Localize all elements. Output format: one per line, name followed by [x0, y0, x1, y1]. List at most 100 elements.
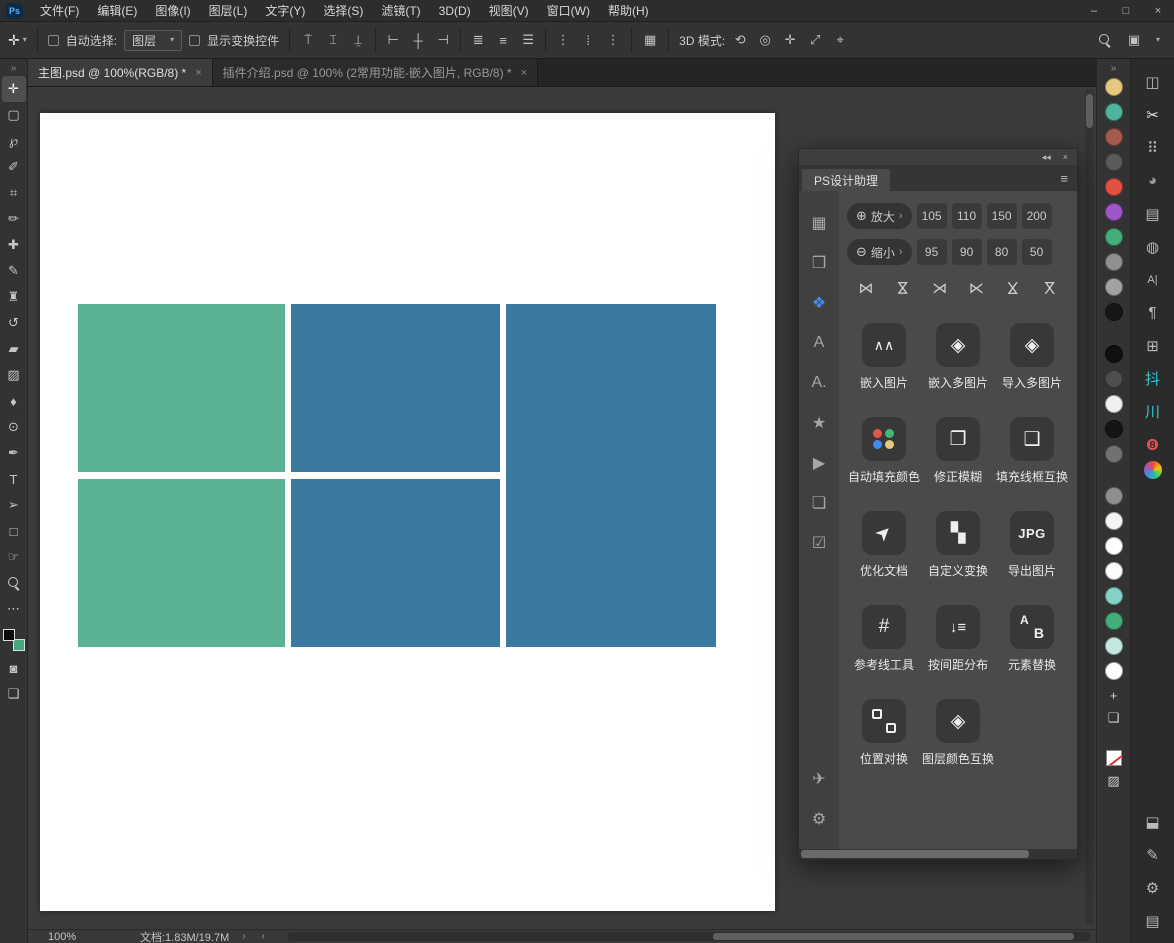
status-chevron-right[interactable]: ›: [239, 931, 248, 942]
menu-item[interactable]: 图像(I): [146, 0, 199, 22]
chevron-down-icon[interactable]: ▾: [1156, 36, 1160, 44]
plugin-tool[interactable]: ❑ 填充线框互换: [995, 417, 1069, 485]
menu-item[interactable]: 视图(V): [480, 0, 538, 22]
panel-promo-icon[interactable]: ✈: [799, 759, 839, 799]
plugin-tool[interactable]: JPG 导出图片: [995, 511, 1069, 579]
color-swatch[interactable]: [1104, 153, 1123, 171]
pen-tool[interactable]: ✒: [2, 440, 26, 466]
mirror-up-icon[interactable]: ⋉: [1041, 277, 1059, 299]
glyphs-panel-icon[interactable]: ⊞: [1138, 329, 1168, 362]
distribute-hcenter-icon[interactable]: ⁞: [580, 33, 596, 48]
list-icon[interactable]: ▤: [1138, 904, 1168, 937]
screen-mode-icon[interactable]: ❏: [2, 681, 26, 707]
minimize-button[interactable]: –: [1078, 0, 1110, 22]
foreground-color-sw[interactable]: [2, 629, 15, 641]
search-icon[interactable]: [1098, 33, 1112, 47]
menu-item[interactable]: 图层(L): [200, 0, 257, 22]
flip-horizontal-icon[interactable]: ⋈: [855, 279, 877, 297]
canvas-rect[interactable]: [506, 304, 716, 647]
menu-item[interactable]: 滤镜(T): [372, 0, 429, 22]
zoom-preset-chip[interactable]: 80: [986, 239, 1017, 265]
menu-item[interactable]: 编辑(E): [88, 0, 146, 22]
color-swatch[interactable]: [1104, 420, 1123, 438]
align-left-icon[interactable]: ⊢: [385, 32, 401, 48]
menu-item[interactable]: 窗口(W): [538, 0, 599, 22]
color-swatch[interactable]: [1104, 537, 1123, 555]
workspace-icon[interactable]: ▣: [1126, 32, 1142, 48]
panel-list-icon[interactable]: ◫: [1138, 65, 1168, 98]
zoom-preset-chip[interactable]: 90: [951, 239, 982, 265]
flip-vertical-icon[interactable]: ⋈: [894, 277, 912, 299]
tab-close-icon[interactable]: ×: [521, 67, 527, 79]
rectangle-tool[interactable]: □: [2, 518, 26, 544]
color-swatch[interactable]: [1104, 445, 1123, 463]
distribute-vcenter-icon[interactable]: ≡: [495, 33, 511, 48]
plugin-tool[interactable]: ∧∧ 嵌入图片: [847, 323, 921, 391]
color-wheel-icon[interactable]: [1143, 461, 1162, 479]
crop-tool[interactable]: ⌗: [2, 180, 26, 206]
plugin-tool[interactable]: 自动填充颜色: [847, 417, 921, 485]
color-swatch[interactable]: [1104, 370, 1123, 388]
document-tab[interactable]: 插件介绍.psd @ 100% (2常用功能-嵌入图片, RGB/8) * ×: [212, 59, 539, 86]
zoom-preset-chip[interactable]: 110: [951, 203, 982, 229]
mirror-left-icon[interactable]: ⋉: [965, 279, 987, 297]
color-swatch[interactable]: [1104, 203, 1123, 221]
fg-bg-color-widget[interactable]: [2, 629, 25, 651]
zoom-in-button[interactable]: ⊕ 放大 ›: [847, 203, 912, 229]
color-swatch[interactable]: [1104, 395, 1123, 413]
auto-select-checkbox[interactable]: [47, 34, 59, 46]
document-canvas[interactable]: [40, 113, 775, 911]
color-swatch[interactable]: [1104, 128, 1123, 146]
color-swatch[interactable]: [1104, 612, 1123, 630]
current-tool-preset[interactable]: ✛ ▾: [8, 32, 27, 49]
panel-files-icon[interactable]: ❒: [799, 243, 839, 283]
move-tool[interactable]: ✛: [1, 76, 26, 102]
auto-select-dropdown[interactable]: 图层 ▾: [124, 29, 183, 51]
plugin-tool[interactable]: # 参考线工具: [847, 605, 921, 673]
marquee-tool[interactable]: ▢: [2, 102, 26, 128]
panel-layers-icon[interactable]: ❏: [799, 483, 839, 523]
color-swatch[interactable]: [1104, 78, 1123, 96]
3d-roll-icon[interactable]: ◎: [757, 32, 773, 48]
canvas-rect[interactable]: [291, 304, 500, 472]
3d-orbit-icon[interactable]: ⟲: [732, 32, 748, 48]
plugin-tool[interactable]: ❐ 修正模糊: [921, 417, 995, 485]
color-table-icon[interactable]: ⠿: [1138, 131, 1168, 164]
no-color-swatch[interactable]: [1105, 750, 1122, 766]
canvas-rect[interactable]: [78, 304, 285, 472]
panel-favorites-icon[interactable]: ★: [799, 403, 839, 443]
path-select-tool[interactable]: ➢: [2, 492, 26, 518]
color-swatch[interactable]: [1104, 345, 1123, 363]
color-swatch[interactable]: [1104, 512, 1123, 530]
gradient-swatch-icon[interactable]: ▨: [1105, 773, 1123, 789]
cut-plugin-icon[interactable]: ✂: [1138, 98, 1168, 131]
plugin-tool[interactable]: 位置对换: [847, 699, 921, 767]
color-swatch[interactable]: [1104, 178, 1123, 196]
plugin-tool[interactable]: ↓≡ 按间距分布: [921, 605, 995, 673]
maximize-button[interactable]: □: [1110, 0, 1142, 22]
color-swatch[interactable]: [1104, 662, 1123, 680]
color-swatch[interactable]: [1104, 562, 1123, 580]
hand-tool[interactable]: ☞: [2, 544, 26, 570]
close-panel-icon[interactable]: ×: [1063, 152, 1068, 162]
panel-tasks-icon[interactable]: ☑: [799, 523, 839, 563]
3d-zoom-icon[interactable]: ⌖: [832, 32, 848, 48]
zoom-preset-chip[interactable]: 200: [1021, 203, 1052, 229]
mirror-down-icon[interactable]: ⋊: [1004, 277, 1022, 299]
clone-stamp-tool[interactable]: ♜: [2, 284, 26, 310]
vertical-scrollbar[interactable]: [1085, 89, 1094, 925]
plugin-tool[interactable]: ◈ 嵌入多图片: [921, 323, 995, 391]
edit-toolbar-icon[interactable]: ⋯: [2, 596, 26, 622]
scrollbar-thumb[interactable]: [1086, 94, 1093, 128]
history-brush-tool[interactable]: ↺: [2, 310, 26, 336]
canvas-rect[interactable]: [291, 479, 500, 647]
show-transform-checkbox[interactable]: [189, 34, 201, 46]
annotate-icon[interactable]: ✎: [1138, 838, 1168, 871]
add-swatch-icon[interactable]: +: [1105, 687, 1123, 703]
healing-brush-tool[interactable]: ✚: [2, 232, 26, 258]
app-logo-icon[interactable]: Ps: [6, 2, 23, 19]
scrollbar-thumb[interactable]: [713, 933, 1074, 940]
align-right-icon[interactable]: ⊣: [435, 32, 451, 48]
blur-tool[interactable]: ♦: [2, 388, 26, 414]
canvas-area[interactable]: ◂◂ × PS设计助理 ≡ ▦ ❒ ❖ A A. ★ ▶ ❏ ☑ ✈ ⚙ ⊕ 放…: [28, 87, 1096, 929]
